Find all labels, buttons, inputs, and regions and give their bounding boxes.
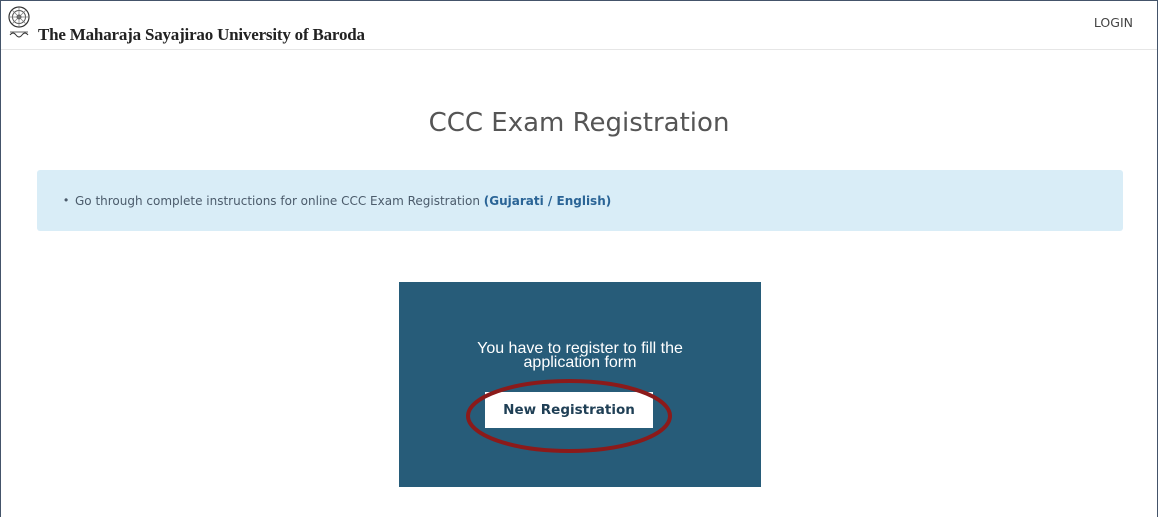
new-registration-button[interactable]: New Registration xyxy=(485,392,653,428)
link-separator: / xyxy=(543,194,557,208)
login-link[interactable]: LOGIN xyxy=(1094,15,1133,30)
instructions-text: Go through complete instructions for onl… xyxy=(75,194,480,208)
instructions-language-links: (Gujarati / English) xyxy=(484,194,611,208)
instructions-alert: • Go through complete instructions for o… xyxy=(37,170,1123,231)
english-instructions-link[interactable]: English xyxy=(557,194,606,208)
close-paren: ) xyxy=(605,194,612,208)
university-emblem-logo[interactable] xyxy=(8,5,30,43)
bullet-icon: • xyxy=(64,193,69,207)
page-title: CCC Exam Registration xyxy=(428,108,730,138)
instructions-text-line: Go through complete instructions for onl… xyxy=(75,194,611,208)
registration-message-line2: application form xyxy=(523,354,637,371)
university-name[interactable]: The Maharaja Sayajirao University of Bar… xyxy=(38,25,365,45)
top-navbar: The Maharaja Sayajirao University of Bar… xyxy=(1,1,1157,50)
gujarati-instructions-link[interactable]: Gujarati xyxy=(489,194,543,208)
registration-card: You have to register to fill the applica… xyxy=(399,282,761,487)
registration-message: You have to register to fill the applica… xyxy=(399,341,761,371)
